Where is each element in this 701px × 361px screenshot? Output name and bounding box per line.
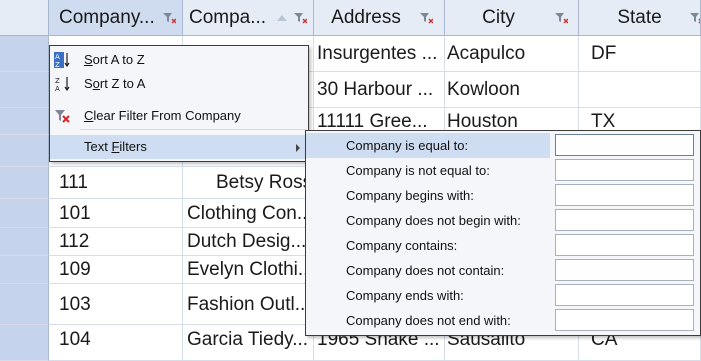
- row-selector[interactable]: [0, 167, 49, 199]
- filter-funnel-icon[interactable]: [420, 13, 433, 24]
- menu-item-label: Clear Filter From Company: [84, 108, 241, 123]
- filter-not-equal-input[interactable]: [555, 159, 694, 181]
- filter-option-label: Company does not contain:: [346, 263, 505, 278]
- cell-company-id[interactable]: 103: [49, 284, 183, 325]
- column-header-company-id[interactable]: Company...: [49, 0, 183, 36]
- cell-company-id[interactable]: 101: [49, 199, 183, 228]
- cell-company[interactable]: Evelyn Clothi...: [183, 256, 314, 284]
- row-selector[interactable]: [0, 284, 49, 325]
- filter-not-begin-with-input[interactable]: [555, 209, 694, 231]
- filter-option-label: Company does not begin with:: [346, 213, 521, 228]
- sort-descending-icon: Z A: [55, 77, 70, 92]
- filter-not-contain-input[interactable]: [555, 259, 694, 281]
- filter-option-ends-with[interactable]: Company ends with:: [306, 283, 700, 308]
- grid-corner[interactable]: [0, 0, 49, 36]
- svg-text:Z: Z: [55, 77, 60, 85]
- menu-item-text-filters[interactable]: Text Filters: [50, 135, 308, 159]
- filter-option-label: Company does not end with:: [346, 313, 511, 328]
- menu-item-label: Sort Z to A: [84, 76, 146, 91]
- column-header-label: Compa...: [189, 7, 267, 28]
- column-context-menu: A Z Sort A to Z Z A Sort Z to A Clear Fi…: [49, 45, 309, 162]
- filter-begins-with-input[interactable]: [555, 184, 694, 206]
- filter-equal-input[interactable]: [555, 134, 694, 156]
- filter-option-not-contain[interactable]: Company does not contain:: [306, 258, 700, 283]
- cell-address[interactable]: 30 Harbour ...: [314, 72, 445, 108]
- cell-company[interactable]: Fashion Outl...: [183, 284, 314, 325]
- row-selector[interactable]: [0, 36, 49, 72]
- row-selector[interactable]: [0, 256, 49, 284]
- submenu-arrow-icon: [296, 144, 300, 152]
- svg-text:Z: Z: [55, 61, 60, 68]
- filter-option-equal[interactable]: Company is equal to:: [306, 133, 700, 158]
- menu-item-label: Text Filters: [84, 139, 147, 154]
- filter-option-label: Company ends with:: [346, 288, 464, 303]
- column-header-address[interactable]: Address: [314, 0, 445, 36]
- sort-ascending-icon: A Z: [54, 52, 70, 68]
- filter-option-not-equal[interactable]: Company is not equal to:: [306, 158, 700, 183]
- cell-company[interactable]: Betsy Ross ...: [183, 167, 314, 199]
- row-selector[interactable]: [0, 325, 49, 361]
- cell-state[interactable]: DF: [579, 36, 701, 72]
- column-header-state[interactable]: State: [579, 0, 701, 36]
- menu-item-sort-z-to-a[interactable]: Z A Sort Z to A: [50, 72, 308, 96]
- filter-ends-with-input[interactable]: [555, 284, 694, 306]
- cell-company[interactable]: Garcia Tiedy...: [183, 325, 314, 361]
- filter-funnel-icon[interactable]: [163, 13, 176, 24]
- text-filters-submenu: Company is equal to: Company is not equa…: [305, 130, 701, 336]
- cell-address[interactable]: Insurgentes ...: [314, 36, 445, 72]
- column-header-label: City: [482, 7, 515, 28]
- menu-item-clear-filter[interactable]: Clear Filter From Company: [50, 104, 308, 128]
- row-selector[interactable]: [0, 108, 49, 135]
- svg-text:A: A: [55, 85, 60, 92]
- column-header-label: Company...: [59, 7, 155, 28]
- row-selector[interactable]: [0, 228, 49, 256]
- filter-contains-input[interactable]: [555, 234, 694, 256]
- column-header-city[interactable]: City: [445, 0, 579, 36]
- filter-funnel-icon[interactable]: [690, 13, 701, 24]
- cell-company[interactable]: Dutch Desig...: [183, 228, 314, 256]
- svg-text:A: A: [55, 53, 60, 61]
- cell-company-id[interactable]: 111: [49, 167, 183, 199]
- row-selector[interactable]: [0, 135, 49, 167]
- sort-ascending-icon: [277, 15, 287, 21]
- column-header-label: State: [617, 7, 662, 28]
- filter-funnel-icon[interactable]: [555, 13, 568, 24]
- cell-state[interactable]: [579, 72, 701, 108]
- cell-company-id[interactable]: 109: [49, 256, 183, 284]
- filter-not-end-with-input[interactable]: [555, 309, 694, 331]
- clear-filter-icon: [55, 110, 70, 123]
- column-header-label: Address: [331, 7, 401, 28]
- filter-option-label: Company begins with:: [346, 188, 474, 203]
- cell-company[interactable]: Clothing Con...: [183, 199, 314, 228]
- row-selector[interactable]: [0, 72, 49, 108]
- filter-option-contains[interactable]: Company contains:: [306, 233, 700, 258]
- menu-item-label: Sort A to Z: [84, 52, 145, 67]
- filter-option-label: Company contains:: [346, 238, 458, 253]
- cell-company-id[interactable]: 104: [49, 325, 183, 361]
- column-header-company[interactable]: Compa...: [183, 0, 314, 36]
- filter-option-begins-with[interactable]: Company begins with:: [306, 183, 700, 208]
- cell-city[interactable]: Acapulco: [445, 36, 579, 72]
- cell-company-id[interactable]: 112: [49, 228, 183, 256]
- row-selector[interactable]: [0, 199, 49, 228]
- filter-option-label: Company is not equal to:: [346, 163, 490, 178]
- filter-option-label: Company is equal to:: [306, 133, 550, 158]
- menu-separator: [80, 129, 306, 130]
- cell-city[interactable]: Kowloon: [445, 72, 579, 108]
- filter-option-not-end-with[interactable]: Company does not end with:: [306, 308, 700, 333]
- filter-option-not-begin-with[interactable]: Company does not begin with:: [306, 208, 700, 233]
- filter-funnel-icon[interactable]: [294, 13, 307, 24]
- menu-item-sort-a-to-z[interactable]: A Z Sort A to Z: [50, 48, 308, 72]
